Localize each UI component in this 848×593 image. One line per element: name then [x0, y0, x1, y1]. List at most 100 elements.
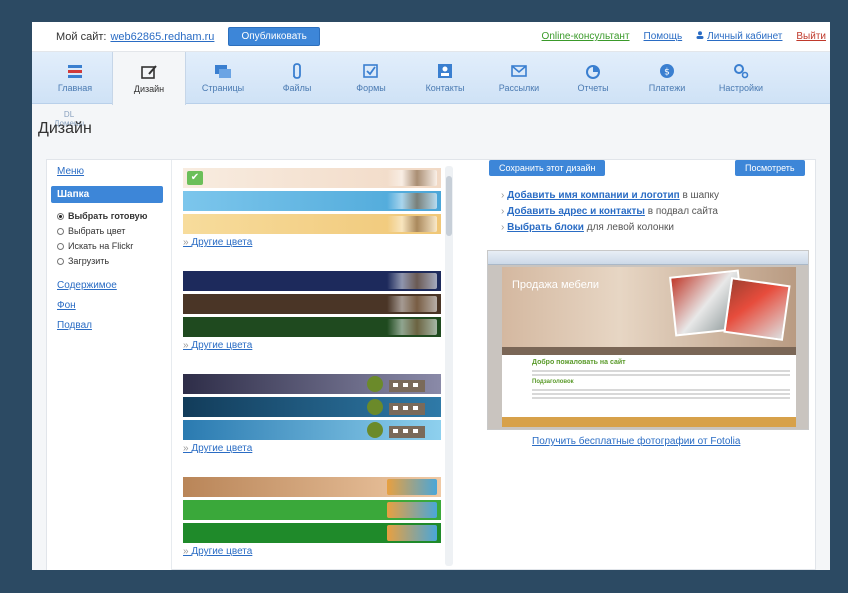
theme-strip[interactable] [183, 271, 441, 291]
pages-icon [215, 64, 231, 78]
top-links: Online-консультант Помощь Личный кабинет… [542, 31, 830, 42]
radio-dot [57, 257, 64, 265]
online-consultant-link[interactable]: Online-консультант [542, 31, 630, 42]
theme-strip[interactable] [183, 374, 441, 394]
save-design-button[interactable]: Сохранить этот дизайн [489, 160, 606, 176]
option-search-flickr[interactable]: Искать на Flickr [57, 241, 171, 251]
nav-item-payments[interactable]: $ Платежи [630, 52, 704, 103]
help-link[interactable]: Помощь [644, 31, 683, 42]
preview-photo [723, 277, 791, 341]
theme-photo-deco [387, 216, 437, 232]
thumbnails-scrollbar[interactable] [445, 166, 453, 566]
nav-item-pages[interactable]: Страницы [186, 52, 260, 103]
preview-text-line [532, 393, 790, 395]
nav-label-payments: Платежи [648, 82, 686, 93]
tip-company-logo-link[interactable]: Добавить имя компании и логотип [507, 190, 680, 201]
theme-strip[interactable] [183, 523, 441, 543]
design-icon [141, 64, 157, 79]
theme-photo-deco [387, 296, 437, 312]
design-left-menu: Меню Шапка Выбрать готовую Выбрать цвет … [47, 160, 172, 570]
content-link[interactable]: Содержимое [57, 280, 171, 291]
option-upload[interactable]: Загрузить [57, 256, 171, 266]
cabinet-link[interactable]: Личный кабинет [696, 31, 782, 42]
theme-strip[interactable] [183, 397, 441, 417]
site-label: Мой сайт: [56, 30, 107, 43]
preview-content: Добро пожаловать на сайт Подзаголовок [502, 355, 796, 417]
preview-button[interactable]: Посмотреть [735, 160, 805, 176]
radio-dot [57, 212, 64, 220]
design-preview-screenshot[interactable]: Продажа мебели Добро пожаловать на сайт … [487, 250, 809, 430]
user-icon [696, 31, 704, 39]
home-icon [68, 64, 82, 78]
preview-subheading: Подзаголовок [532, 379, 574, 385]
theme-strip[interactable] [183, 477, 441, 497]
preview-footer [502, 417, 796, 427]
nav-item-design[interactable]: Дизайн [112, 52, 186, 105]
nav-label-settings: Настройки [718, 82, 764, 93]
menu-link[interactable]: Меню [57, 166, 171, 177]
preview-text-line [532, 397, 790, 399]
nav-label-forms: Формы [356, 82, 386, 93]
more-colors-link[interactable]: Другие цвета [183, 443, 441, 454]
more-colors-link[interactable]: Другие цвета [183, 340, 441, 351]
nav-item-contacts[interactable]: Контакты [408, 52, 482, 103]
theme-photo-deco [387, 170, 437, 186]
option-label: Выбрать цвет [68, 226, 126, 236]
nav-item-settings[interactable]: Настройки [704, 52, 778, 103]
tip-choose-blocks-text: для левой колонки [583, 222, 674, 233]
scrollbar-knob[interactable] [446, 176, 452, 236]
nav-item-mailing[interactable]: Рассылки [482, 52, 556, 103]
page-title: Дизайн [38, 120, 92, 137]
option-choose-ready[interactable]: Выбрать готовую [57, 211, 171, 221]
nav-label-files: Файлы [282, 82, 312, 93]
nav-item-files[interactable]: Файлы [260, 52, 334, 103]
nav-label-contacts: Контакты [425, 82, 465, 93]
mail-icon [511, 64, 527, 77]
logout-link[interactable]: Выйти [796, 31, 826, 42]
selected-check-icon: ✔ [187, 171, 203, 185]
background-link[interactable]: Фон [57, 300, 171, 311]
theme-strip[interactable]: ✔ [183, 168, 441, 188]
theme-strip[interactable] [183, 191, 441, 211]
nav-item-home[interactable]: Главная [38, 52, 112, 103]
contacts-icon [438, 63, 452, 78]
preview-text-line [532, 389, 790, 391]
theme-group-2: Другие цвета [183, 271, 441, 351]
preview-nav-bar [502, 347, 796, 355]
nav-label-mailing: Рассылки [498, 82, 540, 93]
more-colors-link[interactable]: Другие цвета [183, 237, 441, 248]
footer-link[interactable]: Подвал [57, 320, 171, 331]
option-choose-color[interactable]: Выбрать цвет [57, 226, 171, 236]
theme-thumbnails: ✔ Другие цвета Другие цвета Другие цвета [177, 160, 457, 570]
option-label: Искать на Flickr [68, 241, 134, 251]
theme-strip[interactable] [183, 214, 441, 234]
domains-code: DL [63, 110, 75, 119]
nav-label-design: Дизайн [133, 83, 165, 94]
theme-group-4: Другие цвета [183, 477, 441, 557]
theme-strip[interactable] [183, 420, 441, 440]
nav-item-forms[interactable]: Формы [334, 52, 408, 103]
theme-strip[interactable] [183, 294, 441, 314]
theme-photo-deco [387, 502, 437, 518]
theme-photo-deco [387, 193, 437, 209]
tip-choose-blocks-link[interactable]: Выбрать блоки [507, 222, 584, 233]
fotolia-link[interactable]: Получить бесплатные фотографии от Fotoli… [532, 436, 740, 447]
tip-choose-blocks: Выбрать блоки для левой колонки [501, 222, 674, 233]
house-illustration [367, 422, 425, 438]
tip-address-contacts: Добавить адрес и контакты в подвал сайта [501, 206, 718, 217]
forms-icon [363, 63, 378, 78]
cabinet-label: Личный кабинет [707, 31, 783, 42]
option-label: Выбрать готовую [68, 211, 148, 221]
theme-strip[interactable] [183, 500, 441, 520]
preview-text-line [532, 370, 790, 372]
theme-group-1: ✔ Другие цвета [183, 168, 441, 248]
site-link[interactable]: web62865.redham.ru [110, 31, 214, 43]
tip-address-contacts-link[interactable]: Добавить адрес и контакты [507, 206, 645, 217]
radio-dot [57, 227, 64, 235]
publish-button[interactable]: Опубликовать [228, 27, 320, 46]
header-section-active[interactable]: Шапка [51, 186, 163, 203]
theme-strip[interactable] [183, 317, 441, 337]
nav-item-reports[interactable]: Отчеты [556, 52, 630, 103]
more-colors-link[interactable]: Другие цвета [183, 546, 441, 557]
main-nav: Главная Дизайн Страницы Файлы Формы Конт… [32, 52, 830, 105]
